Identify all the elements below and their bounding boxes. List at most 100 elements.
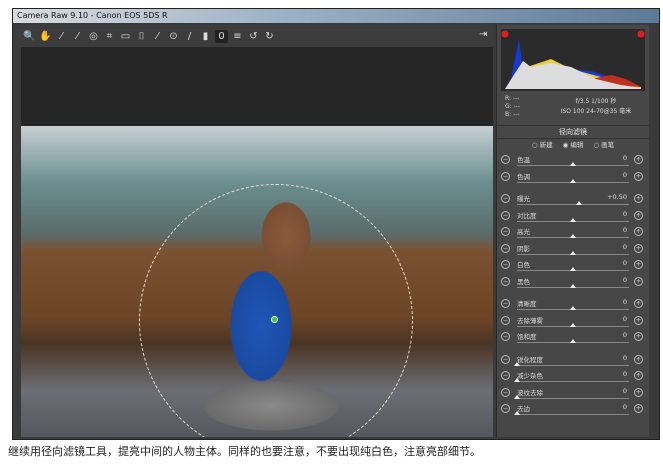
mode-radios: ○ 新建 ◉ 编辑 ○ 画笔 [497,139,649,149]
plus-icon[interactable]: + [634,276,643,286]
radial-filter-icon[interactable]: 0 [215,29,228,43]
radio-icon[interactable]: ○ [532,141,538,149]
plus-icon[interactable]: + [634,371,643,380]
radial-filter-pin[interactable] [271,316,278,323]
plus-icon[interactable]: + [634,194,643,203]
slider-row: − 去除薄雾 0 + [501,314,647,331]
slider-value[interactable]: +0.50 [597,193,629,201]
slider-thumb[interactable] [514,411,520,415]
slider-value[interactable]: 0 [597,259,629,267]
slider-thumb[interactable] [570,267,576,271]
slider-track[interactable] [517,397,629,399]
minus-icon[interactable]: − [501,276,510,286]
radio-icon[interactable]: ○ [593,141,599,149]
plus-icon[interactable]: + [634,332,643,341]
histogram [501,29,645,91]
plus-icon[interactable]: + [634,210,643,220]
plus-icon[interactable]: + [634,260,643,269]
rotate-cw-icon[interactable]: ↻ [263,30,276,43]
hand-icon[interactable]: ✋ [39,30,52,43]
plus-icon[interactable]: + [634,315,643,325]
info-readout: R: --- G: --- B: --- f/3.5 1/100 秒 ISO 100 … [501,93,645,123]
minus-icon[interactable]: − [501,354,510,364]
minus-icon[interactable]: − [501,260,510,269]
mode-0[interactable]: ○ 新建 [532,141,553,149]
minus-icon[interactable]: − [501,371,510,380]
image-canvas[interactable] [21,47,493,437]
mode-1[interactable]: ◉ 编辑 [563,141,584,149]
plus-icon[interactable]: + [634,227,643,236]
slider-value[interactable]: 0 [597,403,629,411]
minus-icon[interactable]: − [501,194,510,203]
minus-icon[interactable]: − [501,171,510,181]
slider-label: 去除薄雾 [517,316,543,325]
slider-value[interactable]: 0 [597,387,629,395]
straighten-icon[interactable]: ▭ [119,30,132,43]
open-external-icon[interactable]: ⇥ [479,29,487,40]
minus-icon[interactable]: − [501,332,510,341]
mode-2[interactable]: ○ 画笔 [593,141,614,149]
slider-list: − 色温 0 + − 色调 0 + − 曝光 +0.50 + − 对比度 0 + − 高光 0 + − 阴影 0 + − 白色 0 +… [501,153,647,419]
slider-thumb[interactable] [514,378,520,382]
slider-value[interactable]: 0 [597,315,629,323]
graduated-filter-icon[interactable]: ▮ [199,30,212,43]
slider-track[interactable] [517,364,629,366]
slider-thumb[interactable] [514,361,520,366]
minus-icon[interactable]: − [501,210,510,220]
slider-value[interactable]: 0 [597,298,629,306]
slider-value[interactable]: 0 [597,331,629,339]
plus-icon[interactable]: + [634,243,643,253]
slider-value[interactable]: 0 [597,243,629,251]
minus-icon[interactable]: − [501,227,510,236]
minus-icon[interactable]: − [501,299,510,308]
slider-thumb[interactable] [570,178,576,183]
minus-icon[interactable]: − [501,243,510,253]
slider-value[interactable]: 0 [597,276,629,284]
slider-value[interactable]: 0 [597,226,629,234]
minus-icon[interactable]: − [501,155,510,164]
slider-thumb[interactable] [570,217,576,222]
slider-value[interactable]: 0 [597,210,629,218]
target-adjust-icon[interactable]: ◎ [87,30,100,43]
slider-row: − 色温 0 + [501,153,647,170]
plus-icon[interactable]: + [634,299,643,308]
slider-thumb[interactable] [570,250,576,255]
transform-icon[interactable]: ⌷ [135,30,148,43]
slider-thumb[interactable] [575,201,582,205]
zoom-icon[interactable]: 🔍 [23,30,36,43]
slider-label: 黑色 [517,277,530,286]
plus-icon[interactable]: + [634,387,643,397]
slider-value[interactable]: 0 [597,171,629,179]
slider-value[interactable]: 0 [597,354,629,362]
rotate-ccw-icon[interactable]: ↺ [247,30,260,43]
slider-row: − 阴影 0 + [501,242,647,259]
minus-icon[interactable]: − [501,387,510,397]
plus-icon[interactable]: + [634,155,643,164]
preferences-icon[interactable]: ≡ [231,30,244,43]
spot-removal-icon[interactable]: ⁄ [151,30,164,43]
plus-icon[interactable]: + [634,171,643,181]
plus-icon[interactable]: + [634,404,643,413]
slider-value[interactable]: 0 [597,154,629,162]
white-balance-icon[interactable]: ⁄ [55,30,68,43]
slider-thumb[interactable] [570,306,576,310]
radio-icon[interactable]: ◉ [563,141,569,149]
slider-track[interactable] [517,381,629,382]
minus-icon[interactable]: − [501,315,510,325]
color-sampler-icon[interactable]: ⁄ [71,30,84,43]
crop-icon[interactable]: ⌗ [103,30,116,43]
slider-thumb[interactable] [514,394,520,399]
slider-thumb[interactable] [570,283,576,288]
plus-icon[interactable]: + [634,354,643,364]
slider-thumb[interactable] [570,322,576,327]
radial-filter-ellipse[interactable] [139,184,413,437]
slider-track[interactable] [517,414,629,415]
minus-icon[interactable]: − [501,404,510,413]
slider-thumb[interactable] [570,339,576,343]
slider-track[interactable] [517,204,629,205]
slider-value[interactable]: 0 [597,370,629,378]
brush-icon[interactable]: / [183,30,196,43]
slider-thumb[interactable] [570,234,576,238]
slider-thumb[interactable] [570,162,576,166]
red-eye-icon[interactable]: ⊙ [167,30,180,43]
